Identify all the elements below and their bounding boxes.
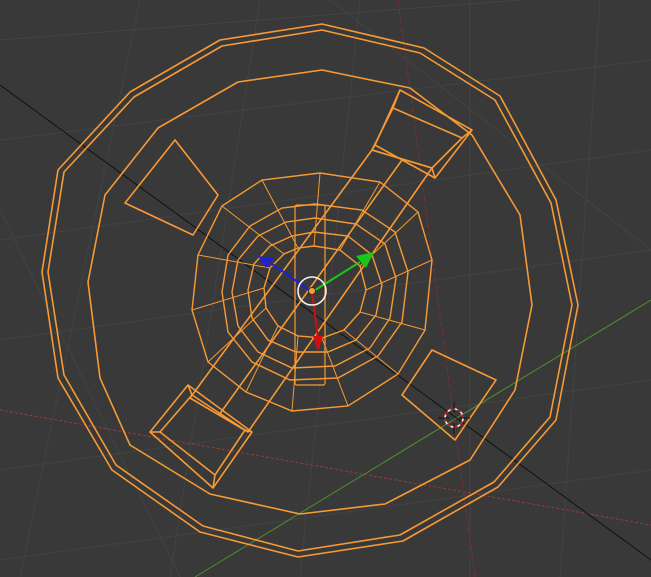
panel-right <box>401 349 497 441</box>
blade-lower-inner <box>159 394 246 476</box>
gizmo-x-arrow[interactable] <box>313 336 323 352</box>
gizmo-x-shaft <box>311 291 319 339</box>
y-axis-line <box>194 299 651 577</box>
viewport-canvas[interactable] <box>0 0 651 577</box>
gizmo-y-shaft <box>311 261 361 293</box>
object-origin-icon <box>308 287 316 295</box>
3d-viewport[interactable] <box>0 0 651 577</box>
x-axis-line <box>0 409 651 526</box>
blade-upper-edge <box>392 89 401 109</box>
